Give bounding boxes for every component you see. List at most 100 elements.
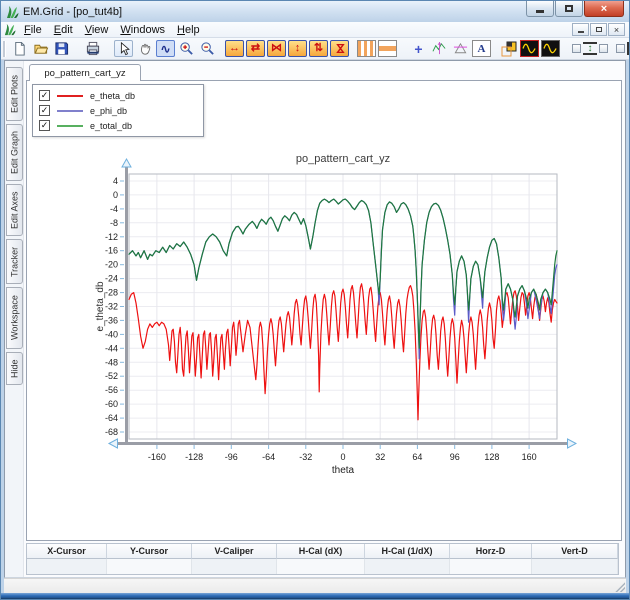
split-vertical-icon[interactable] (357, 40, 376, 57)
cross-cursor-icon[interactable]: + (409, 40, 428, 57)
sync-x-left-checkbox[interactable] (616, 44, 625, 53)
pan-hand-icon[interactable] (135, 40, 154, 57)
zoom-in-icon[interactable] (177, 40, 196, 57)
svg-text:-44: -44 (105, 343, 118, 353)
svg-text:e_theta_db: e_theta_db (95, 281, 106, 331)
svg-text:-64: -64 (262, 452, 275, 462)
mdi-close-icon: × (614, 25, 619, 35)
svg-text:-40: -40 (105, 329, 118, 339)
legend-label: e_phi_db (90, 106, 127, 116)
mirror-y-glyph: ⋈ (332, 43, 347, 54)
zoom-out-icon[interactable] (198, 40, 217, 57)
close-button[interactable]: × (584, 1, 624, 17)
pan-curve-icon[interactable]: ∿ (156, 40, 175, 57)
mdi-window-controls: × (572, 23, 625, 36)
mdi-minimize-button[interactable] (572, 23, 589, 36)
menu-view[interactable]: View (79, 23, 115, 37)
document-icon (3, 23, 16, 36)
status-bar (4, 578, 626, 593)
sync-y-right-checkbox[interactable] (599, 44, 608, 53)
checkbox-e-phi-db[interactable]: ✓ (39, 105, 50, 116)
legend-label: e_total_db (90, 121, 132, 131)
toolbar-grip[interactable] (3, 41, 6, 57)
sidebar-tab-workspace[interactable]: Workspace (6, 287, 23, 349)
legend-line-sample-red (57, 95, 83, 97)
mdi-restore-button[interactable] (590, 23, 607, 36)
save-icon[interactable] (52, 40, 71, 57)
restore-button[interactable] (555, 1, 583, 17)
sidebar-tab-tracker[interactable]: Tracker (6, 239, 23, 284)
menu-bar: File Edit View Windows Help × (1, 22, 629, 38)
readout-header-horz-d: Horz-D (450, 544, 532, 559)
legend-line-sample-blue (57, 110, 83, 112)
text-annotation-icon[interactable]: A (472, 40, 491, 57)
menu-help[interactable]: Help (171, 23, 206, 37)
mdi-content: po_pattern_cart_yz ✓ e_theta_db ✓ e_phi_… (24, 61, 625, 577)
sync-y-left-checkbox[interactable] (572, 44, 581, 53)
print-icon[interactable] (83, 40, 102, 57)
new-file-icon[interactable] (10, 40, 29, 57)
caliper-tool-icon[interactable] (451, 40, 470, 57)
chart-canvas[interactable]: -160-128-96-64-32032649612816040-4-8-12-… (92, 147, 577, 480)
svg-text:-16: -16 (105, 246, 118, 256)
minimize-button[interactable] (526, 1, 554, 17)
toolbar: ∿ ↔ ⇄ ⋈ ↕ ⇅ ⋈ + A (1, 38, 629, 60)
readout-value-hcal-1dx (365, 559, 450, 574)
mirror-x-icon[interactable]: ⋈ (267, 40, 286, 57)
svg-text:-60: -60 (105, 399, 118, 409)
sidebar-tab-hide[interactable]: Hide (6, 352, 23, 385)
restore-icon (565, 5, 573, 12)
svg-text:-160: -160 (148, 452, 166, 462)
svg-text:-56: -56 (105, 385, 118, 395)
sidebar-tab-edit-graph[interactable]: Edit Graph (6, 124, 23, 181)
sidebar-tab-edit-axes[interactable]: Edit Axes (6, 184, 23, 236)
tracker-tool-icon[interactable] (430, 40, 449, 57)
sidebar: Edit Plots Edit Graph Edit Axes Tracker … (5, 61, 24, 577)
mdi-minimize-icon (578, 31, 584, 33)
mdi-close-button[interactable]: × (608, 23, 625, 36)
readout-header-x-cursor: X-Cursor (27, 544, 107, 559)
readout-value-y-cursor (107, 559, 192, 574)
svg-text:-48: -48 (105, 357, 118, 367)
svg-text:-32: -32 (105, 302, 118, 312)
open-file-icon[interactable] (31, 40, 50, 57)
window-bottom-border (1, 593, 629, 599)
menu-edit[interactable]: Edit (48, 23, 79, 37)
sync-x-icon[interactable]: ↔ (627, 42, 629, 55)
checkbox-e-theta-db[interactable]: ✓ (39, 90, 50, 101)
compress-y-icon[interactable]: ⇅ (309, 40, 328, 57)
svg-text:64: 64 (412, 452, 422, 462)
svg-text:160: 160 (522, 452, 537, 462)
resize-grip-icon[interactable] (614, 581, 625, 592)
readout-value-hcal-dx (277, 559, 365, 574)
pointer-tool-icon[interactable] (114, 40, 133, 57)
svg-text:0: 0 (340, 452, 345, 462)
plot-styles-icon[interactable] (499, 40, 518, 57)
checkbox-e-total-db[interactable]: ✓ (39, 120, 50, 131)
wave-style-2-icon[interactable] (541, 40, 560, 57)
svg-text:-128: -128 (185, 452, 203, 462)
svg-text:-12: -12 (105, 232, 118, 242)
plot-legend: ✓ e_theta_db ✓ e_phi_db ✓ e_total_db (32, 84, 204, 137)
svg-text:-4: -4 (110, 204, 118, 214)
svg-text:po_pattern_cart_yz: po_pattern_cart_yz (296, 153, 390, 165)
compress-x-icon[interactable]: ⇄ (246, 40, 265, 57)
title-bar[interactable]: EM.Grid - [po_tut4b] × (1, 1, 629, 22)
menu-windows[interactable]: Windows (114, 23, 171, 37)
expand-x-icon[interactable]: ↔ (225, 40, 244, 57)
svg-text:96: 96 (450, 452, 460, 462)
wave-style-1-icon[interactable] (520, 40, 539, 57)
app-logo-icon (5, 5, 19, 19)
expand-y-icon[interactable]: ↕ (288, 40, 307, 57)
split-horizontal-icon[interactable] (378, 40, 397, 57)
menu-file[interactable]: File (18, 23, 48, 37)
mirror-y-icon[interactable]: ⋈ (330, 40, 349, 57)
svg-text:32: 32 (375, 452, 385, 462)
window-controls: × (525, 1, 624, 17)
svg-text:-28: -28 (105, 288, 118, 298)
sidebar-tab-edit-plots[interactable]: Edit Plots (6, 67, 23, 121)
document-tab[interactable]: po_pattern_cart_yz (29, 64, 141, 81)
cursor-readout-table: X-Cursor Y-Cursor V-Caliper H-Cal (dX) H… (26, 543, 619, 575)
readout-header-v-caliper: V-Caliper (192, 544, 277, 559)
sync-y-icon[interactable]: ↕ (583, 42, 597, 55)
